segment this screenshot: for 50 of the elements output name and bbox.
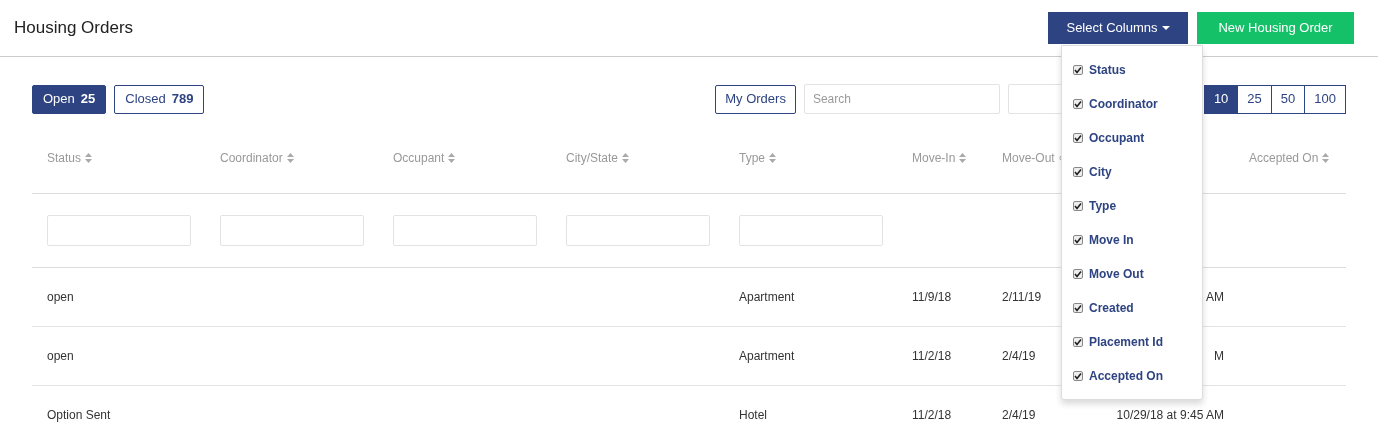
table-cell: open <box>47 290 74 304</box>
status-tab[interactable]: Closed 789 <box>114 84 205 114</box>
table-cell: M <box>1214 349 1224 363</box>
status-tab[interactable]: Open 25 <box>32 84 107 114</box>
column-option[interactable]: Placement Id <box>1089 333 1164 351</box>
column-option[interactable]: Accepted On <box>1089 367 1163 385</box>
select-columns-button[interactable]: Select Columns <box>1048 12 1188 44</box>
checkbox[interactable] <box>1073 235 1083 245</box>
table-cell: 11/2/18 <box>912 408 952 422</box>
caret-icon <box>1161 26 1170 30</box>
checkbox[interactable] <box>1073 201 1083 211</box>
page-title: Housing Orders <box>14 17 134 40</box>
column-option[interactable]: City <box>1089 163 1112 181</box>
page-size-option[interactable]: 100 <box>1304 84 1346 114</box>
checkbox[interactable] <box>1073 371 1083 381</box>
column-filter-field[interactable] <box>393 215 537 246</box>
column-option[interactable]: Created <box>1089 299 1134 317</box>
column-filter-field[interactable] <box>566 215 710 246</box>
table-cell: 2/11/19 <box>1002 290 1042 304</box>
table-cell: 2/4/19 <box>1002 408 1036 422</box>
table-cell: 11/2/18 <box>912 349 952 363</box>
column-option[interactable]: Occupant <box>1089 129 1145 147</box>
checkbox[interactable] <box>1073 337 1083 347</box>
checkbox[interactable] <box>1073 65 1083 75</box>
checkbox[interactable] <box>1073 99 1083 109</box>
column-filter-field[interactable] <box>47 215 191 246</box>
my-orders-button[interactable]: My Orders <box>715 84 796 114</box>
column-option[interactable]: Status <box>1089 61 1126 79</box>
table-cell: AM <box>1206 290 1224 304</box>
checkbox[interactable] <box>1073 133 1083 143</box>
column-option[interactable]: Move Out <box>1089 265 1144 283</box>
column-option[interactable]: Move In <box>1089 231 1134 249</box>
table-cell: open <box>47 349 74 363</box>
column-option[interactable]: Coordinator <box>1089 95 1158 113</box>
column-filter-field[interactable] <box>220 215 364 246</box>
table-cell: 11/9/18 <box>912 290 952 304</box>
table-cell: Hotel <box>739 408 767 422</box>
column-option[interactable]: Type <box>1089 197 1117 215</box>
checkbox[interactable] <box>1073 269 1083 279</box>
column-filter-field[interactable] <box>739 215 883 246</box>
checkbox[interactable] <box>1073 167 1083 177</box>
checkbox[interactable] <box>1073 303 1083 313</box>
table-cell: 10/29/18 at 9:45 AM <box>1116 408 1224 422</box>
search-field[interactable]: Search <box>803 84 1000 114</box>
table-cell: Apartment <box>739 349 795 363</box>
table-cell: Option Sent <box>47 408 111 422</box>
table-cell: Apartment <box>739 290 795 304</box>
page-size-option[interactable]: 25 <box>1237 84 1272 114</box>
page-size-option[interactable]: 10 <box>1203 84 1239 114</box>
table-cell: 2/4/19 <box>1002 349 1036 363</box>
